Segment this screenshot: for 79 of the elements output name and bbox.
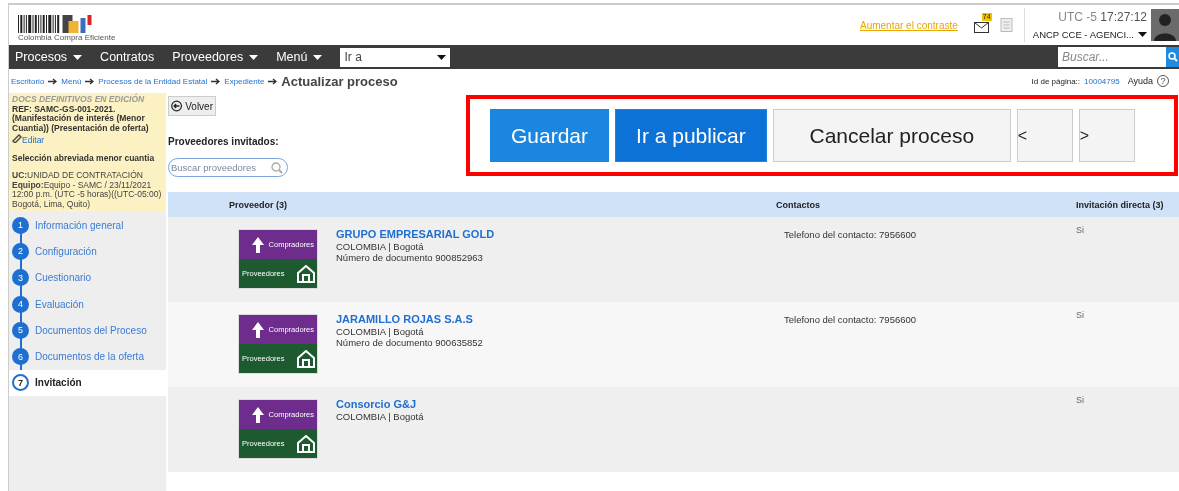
section-title: Proveedores invitados: — [168, 136, 280, 147]
search-button[interactable] — [1166, 47, 1179, 67]
supplier-location: COLOMBIA | Bogotá — [336, 326, 425, 337]
direct-invitation: Si — [1076, 310, 1084, 320]
back-arrow-icon — [171, 100, 183, 112]
page-id-label: Id de página:: — [1031, 76, 1081, 86]
column-header: Contactos — [776, 199, 821, 210]
nav-menu-item[interactable]: Proveedores — [172, 50, 259, 64]
house-icon — [297, 264, 315, 283]
search-icon — [1167, 52, 1178, 62]
action-button[interactable]: Ir a publicar — [615, 109, 767, 162]
clock-text: UTC -5 17:27:12 — [1058, 10, 1147, 24]
step-item[interactable]: 4 Evaluación — [9, 290, 166, 318]
direct-invitation: Si — [1076, 225, 1084, 235]
column-header: Invitación directa (3) — [1076, 199, 1165, 210]
breadcrumb-link[interactable]: Procesos de la Entidad Estatal — [98, 76, 208, 86]
breadcrumb-link[interactable]: Escritorio — [11, 76, 45, 86]
process-status: DOCS DEFINITIVOS EN EDICIÓN — [12, 95, 146, 105]
logo-text: Colombia Compra Eficiente — [18, 33, 116, 42]
direct-invitation: Si — [1076, 395, 1084, 405]
supplier-location: COLOMBIA | Bogotá — [336, 411, 424, 422]
nav-menu-item[interactable]: Contratos — [100, 50, 155, 64]
goto-dropdown[interactable]: Ir a — [340, 47, 451, 67]
action-button[interactable]: Guardar — [490, 109, 610, 162]
step-item[interactable]: 2 Configuración — [9, 238, 166, 265]
step-item[interactable]: 7 Invitación — [9, 369, 166, 397]
step-item[interactable]: 5 Documentos del Proceso — [9, 317, 166, 344]
cancel-button[interactable]: Cancelar proceso — [772, 109, 1011, 162]
edit-link[interactable]: Editar — [12, 135, 45, 145]
arrow-icon — [211, 77, 221, 85]
search-icon — [271, 161, 283, 174]
document-number: Número de documento 900852963 — [336, 252, 484, 263]
nav-menu-item[interactable]: Menú — [276, 50, 323, 64]
contact-phone: Telefono del contacto: 7956600 — [784, 314, 917, 325]
pencil-icon — [12, 133, 22, 143]
mail-icon[interactable] — [973, 22, 989, 33]
search-field[interactable]: Buscar... — [1058, 47, 1166, 67]
arrow-icon — [250, 236, 265, 253]
help-link[interactable]: Ayuda — [1127, 76, 1153, 86]
logo-icon — [18, 15, 93, 33]
process-reference: REF: SAMC-GS-001-2021. (Manifestación de interés (Menor Cuantia)) (Presentación de oferta) — [12, 103, 149, 133]
house-icon — [297, 434, 315, 453]
breadcrumb-link[interactable]: Expediente — [224, 76, 265, 86]
step-number: 5 — [12, 321, 29, 339]
process-type: Selección abreviada menor cuantia — [12, 153, 156, 163]
arrow-icon — [268, 77, 278, 85]
pager-button[interactable]: < — [1016, 109, 1073, 162]
back-button[interactable]: Volver — [168, 96, 216, 116]
pager-button[interactable]: > — [1078, 109, 1135, 162]
step-item[interactable]: 1 Información general — [9, 212, 166, 239]
column-header: Proveedor (3) — [228, 199, 289, 210]
arrow-icon — [250, 406, 265, 423]
nav-menu-item[interactable]: Procesos — [15, 50, 83, 64]
step-number: 4 — [12, 295, 29, 313]
step-number: 6 — [12, 348, 29, 366]
step-number: 2 — [12, 242, 29, 260]
house-icon — [297, 349, 315, 368]
account-name: ANCP CCE - AGENCI... — [1032, 29, 1134, 40]
page-id-link[interactable]: 10004795 — [1084, 76, 1120, 86]
arrow-icon — [250, 321, 265, 338]
arrow-icon — [85, 77, 95, 85]
supplier-name-link[interactable]: JARAMILLO ROJAS S.A.S — [336, 314, 483, 325]
step-number: 7 — [12, 374, 29, 392]
step-item[interactable]: 6 Documentos de la oferta — [9, 343, 166, 370]
contact-phone: Telefono del contacto: 7956600 — [784, 229, 917, 240]
step-number: 1 — [12, 216, 29, 234]
document-number: Número de documento 900635852 — [336, 337, 483, 348]
step-number: 3 — [12, 269, 29, 287]
breadcrumb-link[interactable]: Menú — [61, 76, 82, 86]
arrow-icon — [48, 77, 58, 85]
supplier-name-link[interactable]: GRUPO EMPRESARIAL GOLD — [336, 229, 495, 240]
page-title: Actualizar proceso — [281, 73, 398, 89]
supplier-name-link[interactable]: Consorcio G&J — [336, 399, 424, 410]
caret-icon — [437, 54, 447, 60]
document-icon[interactable] — [999, 18, 1013, 32]
supplier-location: COLOMBIA | Bogotá — [336, 241, 425, 252]
step-item[interactable]: 3 Cuestionario — [9, 264, 166, 291]
process-unit: UC:UNIDAD DE CONTRATACIÓN Equipo:Equipo - SAMC / 23/11/2021 12:00 p.m. (UTC -5 horas)((UTC-05:00) Bogotá, Lima, Quito) — [12, 171, 163, 209]
caret-icon[interactable] — [1138, 32, 1147, 37]
